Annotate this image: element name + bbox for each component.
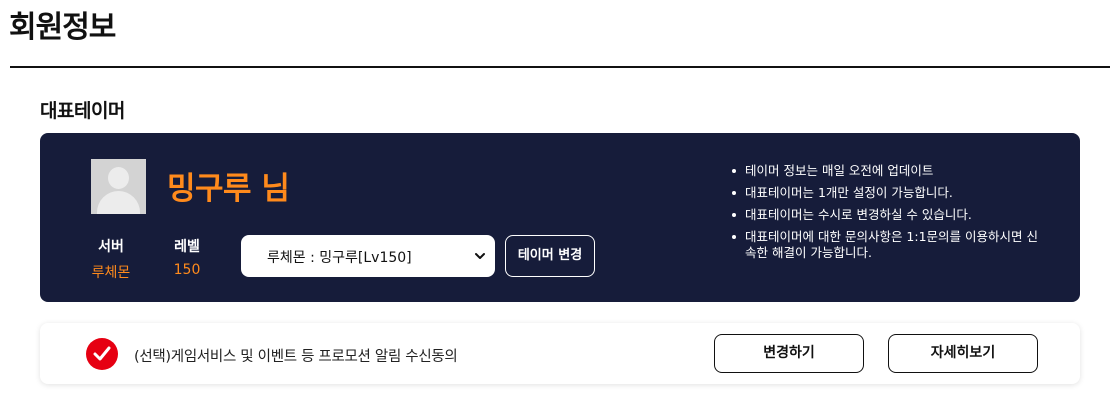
tamer-select-value: 루체몬 : 밍구루[Lv150] — [267, 250, 412, 266]
tamer-nickname: 밍구루 님 — [167, 171, 290, 207]
tamer-select[interactable]: 루체몬 : 밍구루[Lv150] — [241, 235, 495, 277]
change-consent-button[interactable]: 변경하기 — [714, 334, 864, 373]
representative-tamer-card: 밍구루 님 서버 루체몬 레벨 150 루체몬 : 밍구루[Lv150] 테이머… — [40, 133, 1080, 302]
check-icon — [93, 346, 111, 361]
level-value: 150 — [173, 262, 201, 278]
change-tamer-button[interactable]: 테이머 변경 — [505, 235, 595, 277]
chevron-down-icon — [475, 253, 485, 259]
notice-list: 테이머 정보는 매일 오전에 업데이트 대표테이머는 1개만 설정이 가능합니다… — [729, 163, 1049, 267]
avatar-body-shape — [97, 191, 140, 214]
consent-card: (선택)게임서비스 및 이벤트 등 프로모션 알림 수신동의 변경하기 자세히보… — [40, 323, 1080, 384]
title-divider — [10, 66, 1110, 68]
server-label: 서버 — [98, 239, 124, 255]
level-label: 레벨 — [174, 239, 200, 255]
avatar-head-shape — [108, 167, 129, 189]
level-stat: 레벨 150 — [162, 236, 212, 278]
consent-label: (선택)게임서비스 및 이벤트 등 프로모션 알림 수신동의 — [134, 349, 458, 365]
notice-item: 테이머 정보는 매일 오전에 업데이트 — [729, 163, 1049, 179]
server-stat: 서버 루체몬 — [86, 236, 136, 282]
section-title-representative-tamer: 대표테이머 — [40, 100, 125, 122]
notice-item: 대표테이머는 수시로 변경하실 수 있습니다. — [729, 207, 1049, 223]
consent-checkbox[interactable] — [86, 338, 118, 370]
view-details-button[interactable]: 자세히보기 — [888, 334, 1038, 373]
notice-item: 대표테이머에 대한 문의사항은 1:1문의를 이용하시면 신속한 해결이 가능합… — [729, 229, 1049, 261]
notice-item: 대표테이머는 1개만 설정이 가능합니다. — [729, 185, 1049, 201]
avatar — [91, 159, 146, 214]
page-title: 회원정보 — [9, 10, 116, 45]
server-value: 루체몬 — [91, 265, 131, 281]
